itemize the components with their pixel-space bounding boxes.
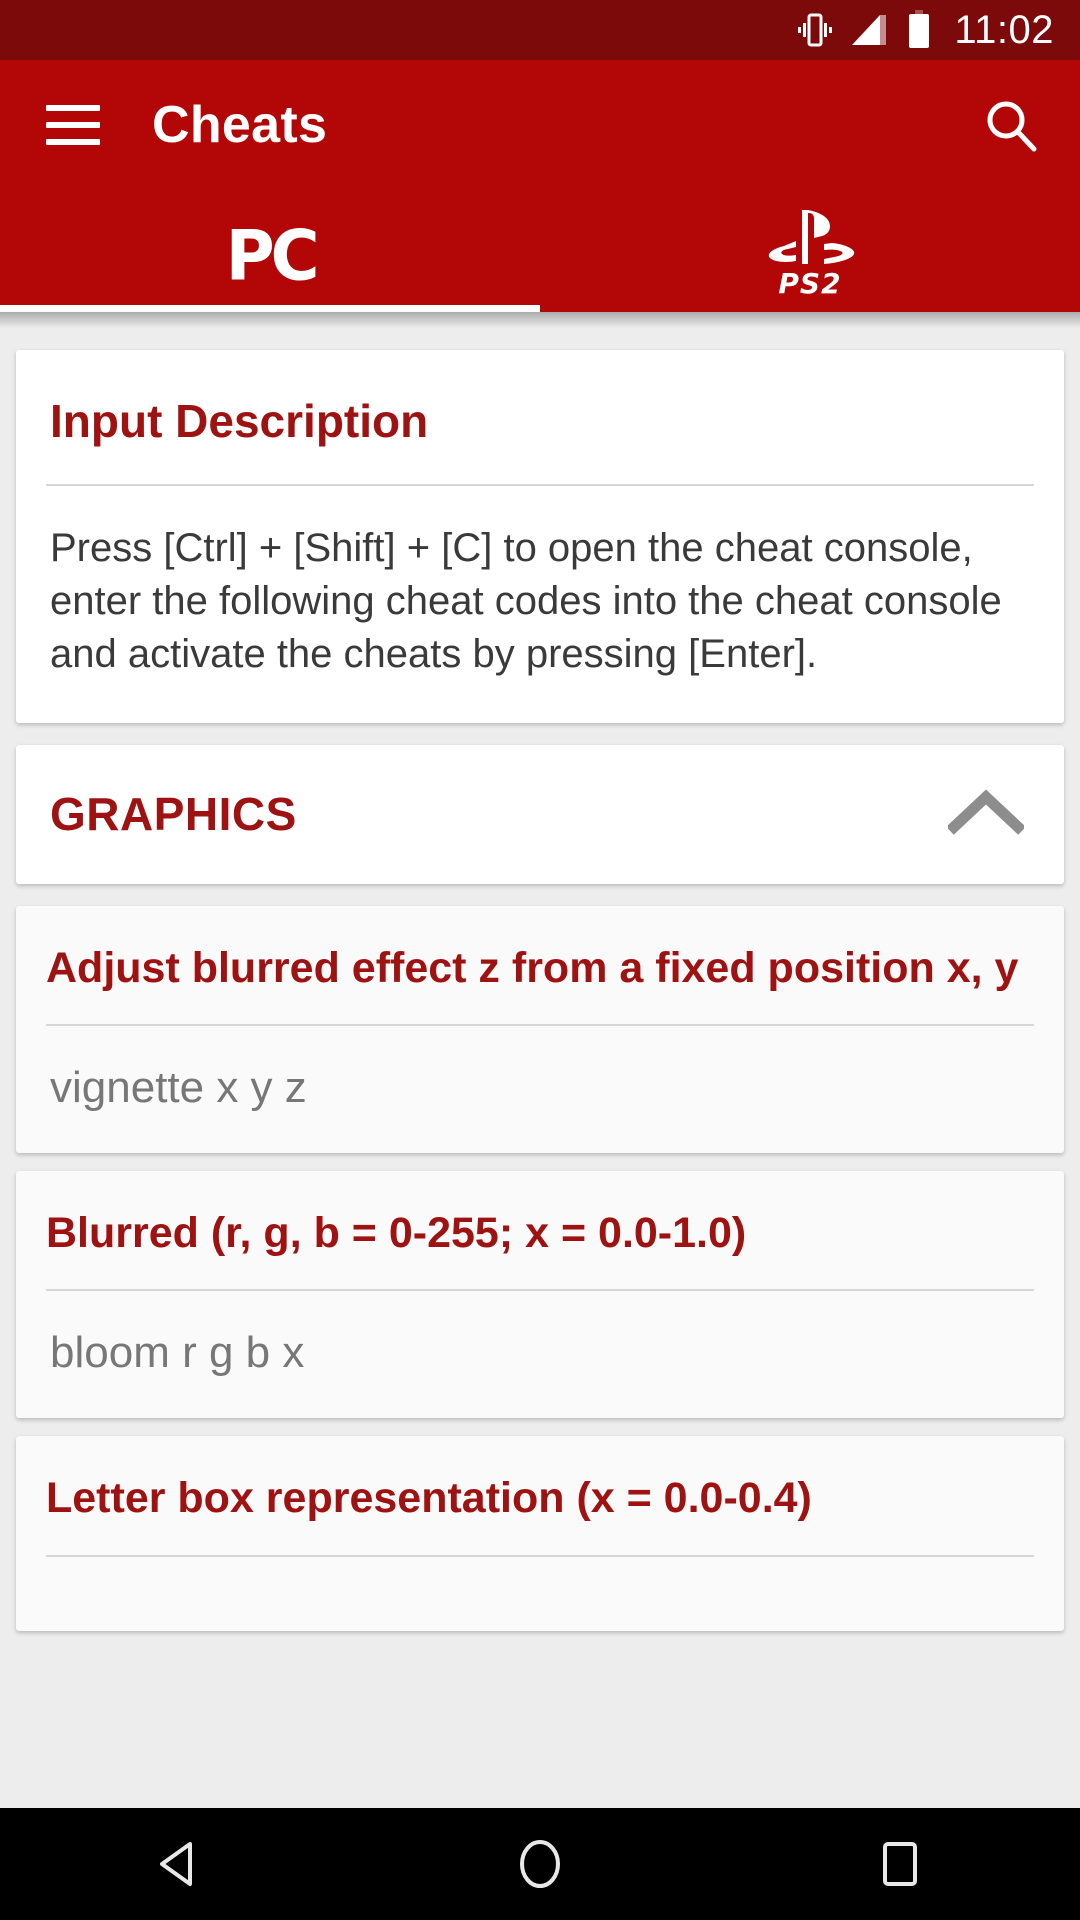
section-header-graphics[interactable]: GRAPHICS [16, 744, 1064, 884]
status-time: 11:02 [954, 8, 1054, 52]
tab-active-indicator [0, 305, 540, 312]
page-title: Cheats [152, 96, 328, 154]
cheat-card[interactable]: Blurred (r, g, b = 0-255; x = 0.0-1.0) b… [16, 1170, 1064, 1419]
cheat-card[interactable]: Letter box representation (x = 0.0-0.4) [16, 1436, 1064, 1631]
battery-icon [906, 10, 932, 50]
android-navigation-bar [0, 1808, 1080, 1920]
playstation-logo-icon [762, 206, 858, 271]
home-circle-icon[interactable] [470, 1808, 610, 1920]
ps2-label: PS2 [778, 267, 842, 300]
cheat-title: Letter box representation (x = 0.0-0.4) [46, 1474, 812, 1523]
cheat-code: vignette x y z [50, 1063, 307, 1113]
cheat-title: Adjust blurred effect z from a fixed pos… [46, 943, 1019, 992]
recents-square-icon[interactable] [830, 1808, 970, 1920]
tab-ps2[interactable]: PS2 [540, 190, 1080, 312]
signal-icon [850, 11, 888, 49]
cheat-title: Blurred (r, g, b = 0-255; x = 0.0-1.0) [46, 1208, 747, 1257]
input-description-card: Input Description Press [Ctrl] + [Shift]… [16, 350, 1064, 723]
tab-bar: PC PS2 [0, 190, 1080, 312]
cheat-card[interactable]: Adjust blurred effect z from a fixed pos… [16, 905, 1064, 1153]
app-bar: Cheats [0, 60, 1080, 190]
tab-pc[interactable]: PC [0, 190, 540, 312]
chevron-up-icon[interactable] [946, 787, 1026, 842]
section-title: GRAPHICS [50, 788, 297, 841]
cheat-code [16, 1557, 1064, 1631]
card-title: Input Description [50, 395, 429, 447]
back-triangle-icon[interactable] [110, 1808, 250, 1920]
card-body-text: Press [Ctrl] + [Shift] + [C] to open the… [50, 526, 1002, 676]
cheat-code: bloom r g b x [50, 1328, 305, 1378]
hamburger-menu-icon[interactable] [46, 105, 100, 145]
pc-logo-icon: PC [225, 214, 319, 297]
content-scroll-area[interactable]: Input Description Press [Ctrl] + [Shift]… [0, 328, 1080, 1820]
appbar-shadow [0, 312, 1080, 328]
search-icon[interactable] [976, 90, 1046, 160]
status-bar: 11:02 [0, 0, 1080, 60]
vibrate-icon [798, 10, 833, 50]
